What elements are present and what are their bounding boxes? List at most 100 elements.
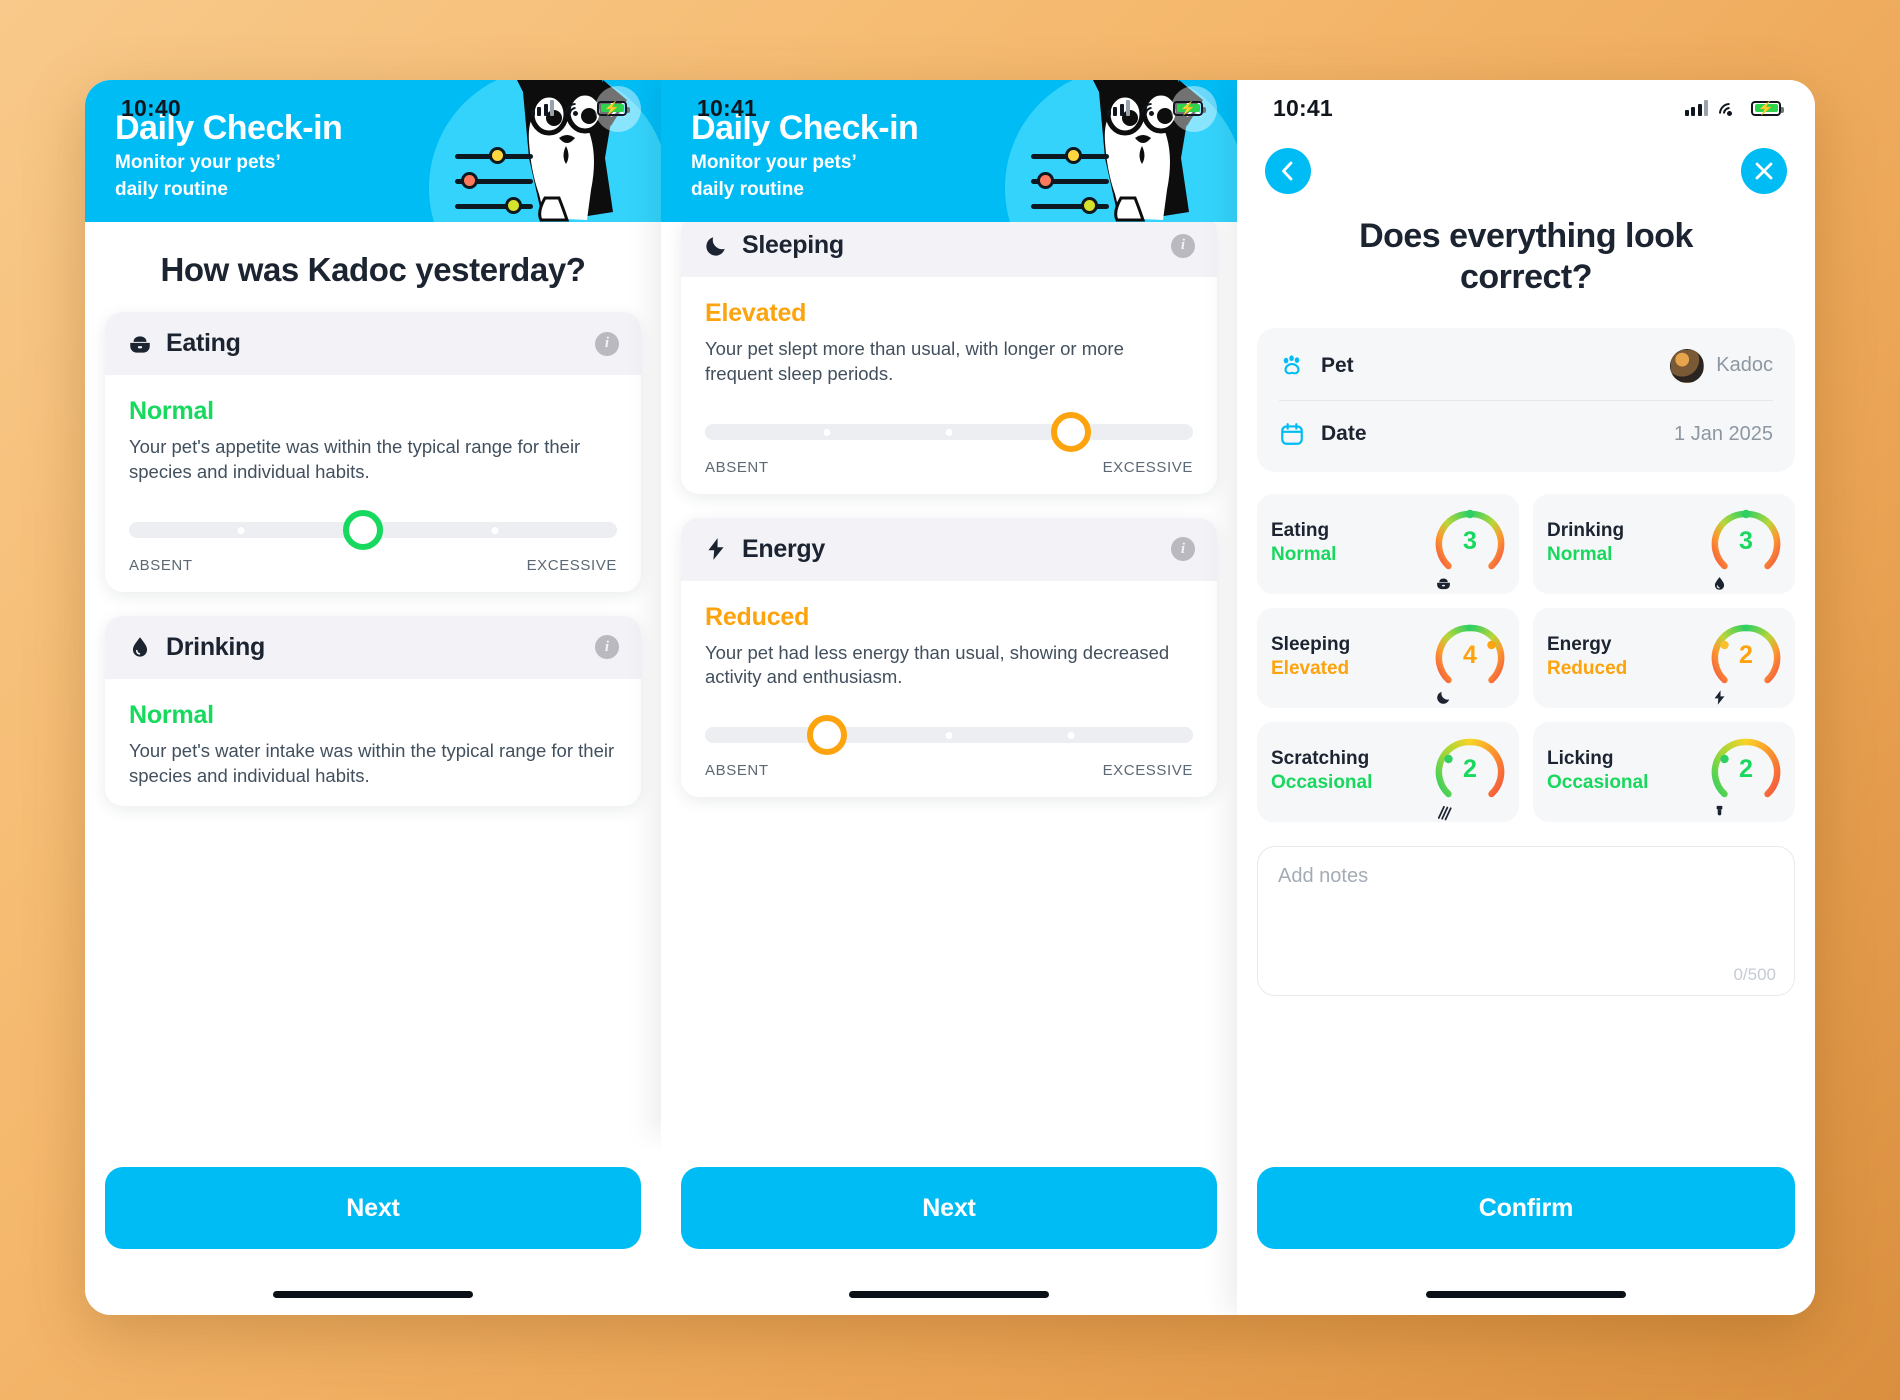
info-value: Kadoc	[1670, 348, 1773, 383]
card-body: Reduced Your pet had less energy than us…	[681, 581, 1217, 798]
close-button[interactable]	[1741, 148, 1787, 194]
level-label: Reduced	[705, 602, 810, 631]
gauge-card-scratching[interactable]: Scratching Occasional 2	[1257, 721, 1519, 822]
gauge-dial: 3	[1435, 509, 1505, 589]
screen1-content: How was Kadoc yesterday? Eating i Normal	[85, 222, 661, 1259]
gauge-dial: 2	[1711, 737, 1781, 815]
back-button[interactable]	[1265, 148, 1311, 194]
hero-subtitle-line1: Monitor your pets’	[691, 151, 857, 173]
gauge-card-sleeping[interactable]: Sleeping Elevated 4	[1257, 607, 1519, 708]
slider-tick	[945, 732, 953, 740]
gauge-state: Normal	[1547, 544, 1613, 566]
chevron-left-icon	[1282, 161, 1293, 181]
card-body: Normal Your pet's appetite was within th…	[105, 375, 641, 592]
gauge-texts: Licking Occasional	[1547, 747, 1648, 795]
gauge-name: Sleeping	[1271, 634, 1351, 656]
info-icon[interactable]: i	[595, 331, 619, 356]
level-description: Your pet's water intake was within the t…	[129, 739, 615, 786]
status-bar: 10:40 ⚡	[85, 80, 661, 136]
status-time: 10:41	[697, 94, 757, 121]
card-header: Drinking i	[105, 615, 641, 679]
pet-name: Kadoc	[1716, 354, 1773, 377]
eating-slider[interactable]	[129, 509, 617, 550]
gauge-name: Scratching	[1271, 748, 1370, 770]
slider-handle[interactable]	[1051, 411, 1091, 452]
card-body: Elevated Your pet slept more than usual,…	[681, 277, 1217, 494]
gauge-dial: 4	[1435, 623, 1505, 704]
cellular-signal-icon	[1106, 100, 1130, 116]
notes-placeholder: Add notes	[1278, 864, 1369, 887]
info-icon[interactable]: i	[595, 635, 619, 660]
slider-max-label: EXCESSIVE	[526, 556, 617, 574]
info-row-pet[interactable]: Pet Kadoc	[1279, 332, 1773, 400]
confirm-button[interactable]: Confirm	[1257, 1167, 1795, 1249]
level-description: Your pet's appetite was within the typic…	[129, 436, 581, 483]
sleeping-slider[interactable]	[705, 411, 1193, 452]
close-icon	[1755, 162, 1773, 180]
screenshot-stage: 10:40 ⚡ Daily Check-in Monitor your pets…	[85, 80, 1815, 1315]
card-body: Normal Your pet's water intake was withi…	[105, 679, 641, 807]
slider-labels: ABSENT EXCESSIVE	[129, 557, 617, 574]
info-row-date[interactable]: Date 1 Jan 2025	[1279, 399, 1773, 468]
screen-review-summary: 10:41 ⚡ Does everything look correct? Pe…	[1237, 80, 1815, 1315]
summary-gauge-grid: Eating Normal 3 Drinking Normal 3 Sleepi…	[1237, 472, 1815, 822]
footer-bar: Next	[661, 1119, 1237, 1315]
hero-subtitle-line1: Monitor your pets’	[115, 151, 281, 173]
battery-charging-icon: ⚡	[1751, 100, 1784, 116]
svg-text:z: z	[721, 234, 725, 244]
home-indicator	[1426, 1291, 1626, 1298]
info-icon[interactable]: i	[1171, 537, 1195, 562]
calendar-icon	[1279, 421, 1309, 447]
next-button[interactable]: Next	[105, 1167, 641, 1249]
battery-charging-icon: ⚡	[1173, 100, 1206, 116]
level-description: Your pet had less energy than usual, sho…	[705, 641, 1170, 688]
status-icons: ⚡	[1106, 98, 1206, 129]
gauge-card-licking[interactable]: Licking Occasional 2	[1533, 721, 1795, 822]
hero-banner: 10:40 ⚡ Daily Check-in Monitor your pets…	[85, 80, 661, 222]
gauge-card-energy[interactable]: Energy Reduced 2	[1533, 607, 1795, 708]
slider-labels: ABSENT EXCESSIVE	[705, 459, 1193, 476]
slider-tick	[823, 428, 831, 436]
energy-slider[interactable]	[705, 715, 1193, 756]
gauge-state: Occasional	[1271, 772, 1373, 794]
page-title: Does everything look correct?	[1359, 217, 1693, 296]
card-title: Energy	[742, 534, 825, 563]
wifi-icon	[1136, 98, 1167, 129]
slider-min-label: ABSENT	[705, 458, 769, 476]
slider-handle[interactable]	[343, 509, 384, 550]
slider-min-label: ABSENT	[129, 556, 193, 574]
gauge-state: Normal	[1271, 544, 1337, 566]
status-time: 10:41	[1273, 94, 1333, 121]
level-label: Normal	[129, 700, 214, 729]
metric-card-energy: Energy i Reduced Your pet had less energ…	[681, 517, 1217, 798]
card-header: Eating i	[105, 312, 641, 376]
hero-banner: 10:41 ⚡ Daily Check-in Monitor your pets…	[661, 80, 1237, 222]
gauge-state: Elevated	[1271, 658, 1350, 680]
info-label: Pet	[1321, 353, 1354, 377]
gauge-texts: Sleeping Elevated	[1271, 633, 1350, 681]
gauge-card-eating[interactable]: Eating Normal 3	[1257, 493, 1519, 594]
home-indicator	[849, 1291, 1049, 1298]
slider-min-label: ABSENT	[705, 762, 769, 780]
screen-daily-checkin-2: 10:41 ⚡ Daily Check-in Monitor your pets…	[661, 80, 1237, 1315]
card-title: Eating	[166, 329, 241, 358]
notes-field[interactable]: Add notes 0/500	[1257, 845, 1795, 996]
status-icons: ⚡	[530, 98, 630, 129]
metric-card-sleeping: z Sleeping i Elevated Your pet slept mor…	[681, 222, 1217, 494]
slider-handle[interactable]	[807, 715, 847, 756]
gauge-value: 2	[1739, 754, 1753, 783]
next-button[interactable]: Next	[681, 1167, 1217, 1249]
gauge-card-drinking[interactable]: Drinking Normal 3	[1533, 493, 1795, 594]
card-header: Energy i	[681, 517, 1217, 581]
info-icon[interactable]: i	[1171, 233, 1195, 258]
gauge-name: Eating	[1271, 520, 1330, 542]
status-bar: 10:41 ⚡	[661, 80, 1237, 136]
battery-charging-icon: ⚡	[597, 100, 630, 116]
level-description: Your pet slept more than usual, with lon…	[705, 338, 1124, 384]
slider-tick	[945, 428, 953, 436]
slider-tick	[491, 526, 499, 534]
bolt-icon	[708, 538, 724, 560]
paw-icon	[1279, 353, 1309, 379]
avatar	[1670, 348, 1705, 383]
gauge-state: Reduced	[1547, 658, 1628, 680]
